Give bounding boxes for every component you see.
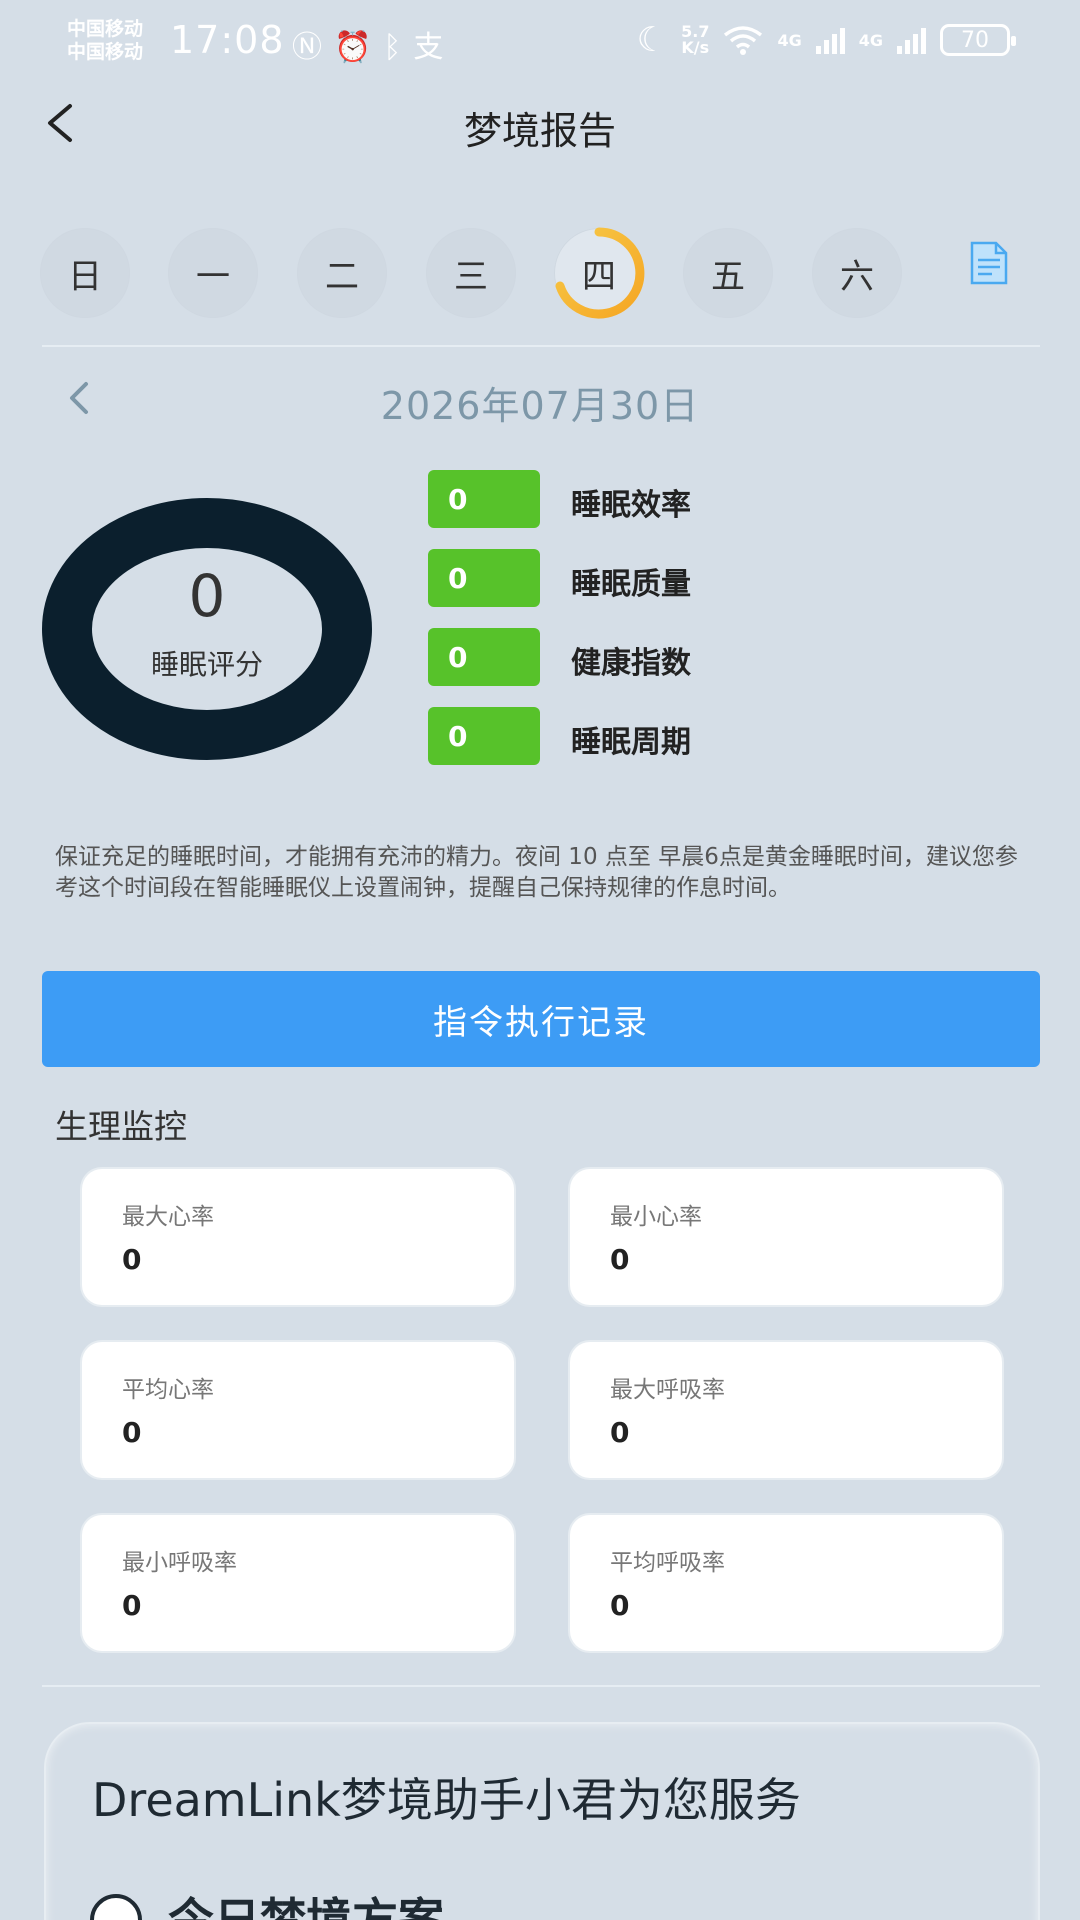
vital-label: 平均心率 [122, 1377, 214, 1403]
vital-label: 最大呼吸率 [610, 1377, 725, 1403]
day-saturday[interactable]: 六 [812, 228, 902, 318]
vitals-section-title: 生理监控 [55, 1107, 187, 1146]
command-log-button[interactable]: 指令执行记录 [42, 971, 1040, 1067]
day-label: 六 [840, 256, 874, 297]
sleep-score-label: 睡眠评分 [150, 648, 263, 681]
day-wednesday[interactable]: 三 [426, 228, 516, 318]
vital-card-avg-respiration-rate: 平均呼吸率 0 [570, 1515, 1002, 1651]
dream-plan-radio[interactable] [90, 1894, 142, 1920]
status-bar: 中国移动 中国移动 17:08 Ⓝ⏰ᛒ支 ☾ 5.7 K/s 4G 4G 70 [0, 0, 1080, 80]
date-label: 2026年07月30日 [380, 384, 700, 428]
vital-value: 0 [122, 1589, 142, 1622]
day-friday[interactable]: 五 [683, 228, 773, 318]
assistant-title: DreamLink梦境助手小君为您服务 [92, 1773, 801, 1827]
vital-card-min-heart-rate: 最小心率 0 [570, 1169, 1002, 1305]
vital-value: 0 [610, 1416, 630, 1449]
metric-label: 睡眠效率 [571, 488, 691, 523]
assistant-panel: DreamLink梦境助手小君为您服务 今日梦境方案 [44, 1722, 1040, 1920]
day-monday[interactable]: 一 [168, 228, 258, 318]
page-title: 梦境报告 [463, 109, 616, 153]
week-selector: 日 一 二 三 四 五 六 [40, 225, 1040, 325]
metric-health-index: 0 健康指数 [428, 628, 828, 686]
moon-icon: ☾ [636, 20, 668, 60]
metric-label: 睡眠质量 [571, 567, 691, 602]
day-label: 四 [582, 256, 616, 297]
network-type-2: 4G [858, 30, 883, 50]
vital-value: 0 [610, 1589, 630, 1622]
vital-label: 平均呼吸率 [610, 1550, 725, 1576]
metric-label: 健康指数 [571, 646, 691, 681]
signal-icon [815, 26, 845, 54]
vital-value: 0 [122, 1243, 142, 1276]
status-icons-left: Ⓝ⏰ᛒ支 [292, 30, 456, 65]
carrier-1: 中国移动 [67, 18, 144, 40]
metric-value: 0 [428, 549, 540, 607]
metric-sleep-efficiency: 0 睡眠效率 [428, 470, 828, 528]
metric-value: 0 [428, 628, 540, 686]
vital-card-max-respiration-rate: 最大呼吸率 0 [570, 1342, 1002, 1478]
net-speed: 5.7 K/s [681, 24, 709, 56]
vital-card-max-heart-rate: 最大心率 0 [82, 1169, 514, 1305]
status-icons-right: ☾ 5.7 K/s 4G 4G 70 [636, 20, 1016, 60]
signal-icon-2 [897, 26, 926, 54]
day-label: 三 [454, 256, 488, 297]
day-label: 一 [196, 256, 230, 297]
metric-sleep-cycle: 0 睡眠周期 [428, 707, 828, 765]
dream-plan-label[interactable]: 今日梦境方案 [168, 1884, 444, 1920]
metric-value: 0 [428, 470, 540, 528]
vital-value: 0 [610, 1243, 630, 1276]
metric-sleep-quality: 0 睡眠质量 [428, 549, 828, 607]
battery-level: 70 [961, 27, 989, 53]
vital-label: 最大心率 [122, 1204, 214, 1230]
metric-label: 睡眠周期 [571, 725, 691, 760]
vital-label: 最小心率 [610, 1204, 702, 1230]
report-document-icon[interactable] [968, 240, 1010, 286]
vital-value: 0 [122, 1416, 142, 1449]
net-speed-unit: K/s [681, 38, 710, 57]
divider [42, 1685, 1040, 1687]
battery-icon: 70 [940, 24, 1016, 56]
sleep-score-value: 0 [188, 562, 226, 630]
vital-label: 最小呼吸率 [122, 1550, 237, 1576]
divider [42, 345, 1040, 347]
day-label: 日 [68, 256, 102, 297]
sleep-advice-text: 保证充足的睡眠时间，才能拥有充沛的精力。夜间 10 点至 早晨6点是黄金睡眠时间… [55, 844, 1018, 901]
day-thursday[interactable]: 四 [554, 227, 645, 319]
day-sunday[interactable]: 日 [40, 228, 130, 318]
network-type-1: 4G [777, 30, 802, 50]
vital-card-min-respiration-rate: 最小呼吸率 0 [82, 1515, 514, 1651]
day-tuesday[interactable]: 二 [297, 228, 387, 318]
carrier-2: 中国移动 [67, 41, 144, 63]
day-label: 五 [711, 256, 745, 297]
wifi-icon [724, 26, 763, 55]
day-label: 二 [325, 256, 359, 297]
vital-card-avg-heart-rate: 平均心率 0 [82, 1342, 514, 1478]
carrier-labels: 中国移动 中国移动 [67, 18, 143, 64]
status-time: 17:08 [170, 18, 285, 62]
metric-value: 0 [428, 707, 540, 765]
